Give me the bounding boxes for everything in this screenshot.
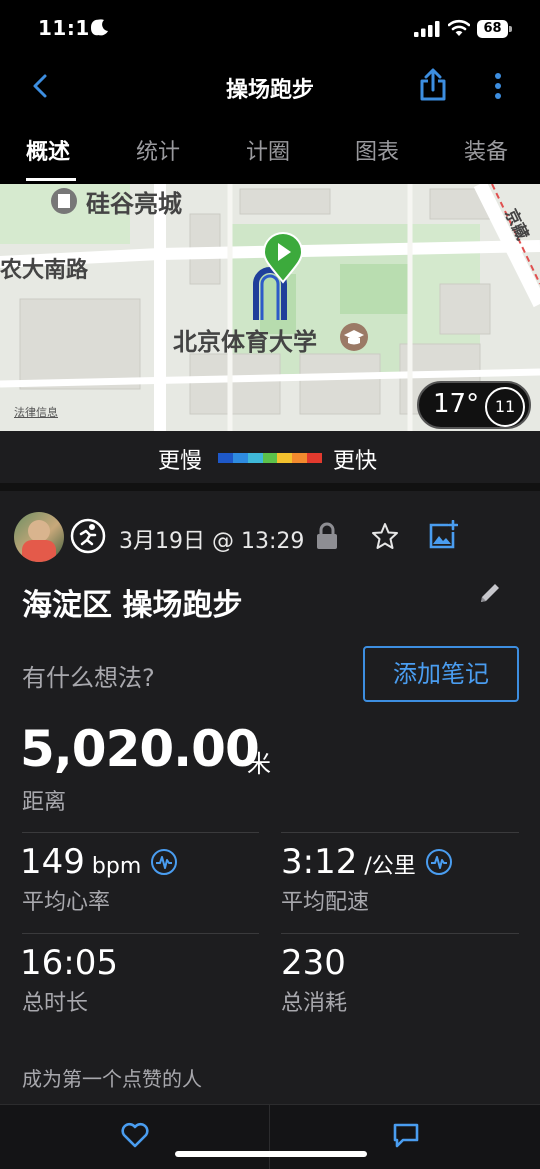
page-title: 操场跑步: [225, 78, 314, 103]
distance-value: 5,020.00: [20, 720, 260, 778]
map-label-university: 北京体育大学: [173, 328, 317, 356]
bottom-action-bar: [0, 1104, 540, 1169]
battery-icon: 68: [477, 20, 513, 38]
pace-label: 平均配速: [281, 890, 370, 915]
pace-stat: 3:12 /公里: [281, 842, 416, 882]
duration-label: 总时长: [22, 991, 89, 1016]
star-icon[interactable]: [371, 522, 399, 550]
wind-speed: 11: [485, 387, 525, 427]
lock-icon[interactable]: [316, 522, 338, 550]
university-poi-icon: [340, 323, 368, 351]
add-note-button[interactable]: 添加笔记: [363, 646, 519, 702]
likes-text: 成为第一个点赞的人: [22, 1067, 202, 1091]
duration-value: 16:05: [20, 943, 118, 983]
running-activity-icon: [70, 518, 106, 554]
cellular-signal-icon: [414, 21, 440, 37]
section-divider: [0, 483, 540, 491]
start-marker-icon: [262, 232, 304, 284]
pace-color-segment: [247, 453, 263, 463]
map-label-road: 农大南路: [0, 258, 89, 283]
mall-poi-icon: [51, 188, 77, 214]
heart-rate-unit: bpm: [84, 854, 142, 879]
bottom-divider: [269, 1105, 270, 1169]
pace-color-bar: [218, 453, 323, 463]
heart-rate-stat: 149 bpm: [20, 842, 141, 882]
heart-rate-label: 平均心率: [22, 890, 111, 915]
legal-link[interactable]: 法律信息: [14, 404, 58, 420]
pace-color-segment: [262, 453, 278, 463]
stats-divider: [22, 933, 259, 934]
comment-icon[interactable]: [391, 1121, 421, 1149]
tab-charts[interactable]: 图表: [355, 134, 399, 166]
stats-divider: [22, 832, 259, 833]
status-bar: 11:16 68: [0, 0, 540, 58]
tab-bar: 概述 统计 计圈 图表 装备: [0, 114, 540, 184]
pace-color-segment: [277, 453, 293, 463]
add-photo-icon[interactable]: [428, 520, 458, 550]
legend-slow-label: 更慢: [158, 449, 203, 474]
weather-badge: 17° 11: [417, 381, 531, 429]
pace-unit: /公里: [357, 854, 416, 879]
like-heart-icon[interactable]: [120, 1121, 150, 1149]
pace-color-segment: [292, 453, 308, 463]
pace-color-segment: [232, 453, 248, 463]
stats-divider: [281, 933, 519, 934]
battery-level: 68: [477, 20, 508, 38]
edit-pencil-icon[interactable]: [477, 580, 503, 606]
calories-value: 230: [281, 943, 346, 983]
pace-pulse-icon[interactable]: [425, 848, 453, 876]
pace-color-segment: [218, 453, 233, 463]
tab-stats[interactable]: 统计: [136, 134, 180, 166]
share-icon[interactable]: [418, 68, 448, 102]
calories-label: 总消耗: [281, 991, 348, 1016]
distance-unit: 米: [247, 750, 271, 778]
pace-color-segment: [307, 453, 323, 463]
tab-overview[interactable]: 概述: [26, 134, 70, 166]
activity-title: 海淀区 操场跑步: [22, 588, 243, 623]
moon-icon: [92, 19, 108, 36]
avatar[interactable]: [14, 512, 64, 562]
weather-temperature: 17°: [433, 389, 480, 419]
heart-rate-value: 149: [20, 842, 85, 882]
tab-laps[interactable]: 计圈: [246, 134, 290, 166]
wifi-icon: [448, 19, 470, 36]
legend-fast-label: 更快: [333, 449, 378, 474]
pace-value: 3:12: [281, 842, 358, 882]
active-tab-indicator: [26, 178, 76, 181]
heart-rate-pulse-icon[interactable]: [150, 848, 178, 876]
pace-legend: 更慢 更快: [0, 431, 540, 483]
distance-label: 距离: [22, 790, 67, 815]
activity-date: 3月19日 @ 13:29: [119, 529, 305, 554]
more-options-icon[interactable]: [488, 72, 508, 100]
map-label-mall: 硅谷亮城: [86, 190, 182, 218]
navigation-bar: 操场跑步: [0, 58, 540, 114]
notes-prompt: 有什么想法?: [22, 664, 155, 692]
tab-gear[interactable]: 装备: [464, 134, 508, 166]
home-indicator: [175, 1151, 367, 1157]
stats-divider: [281, 832, 519, 833]
